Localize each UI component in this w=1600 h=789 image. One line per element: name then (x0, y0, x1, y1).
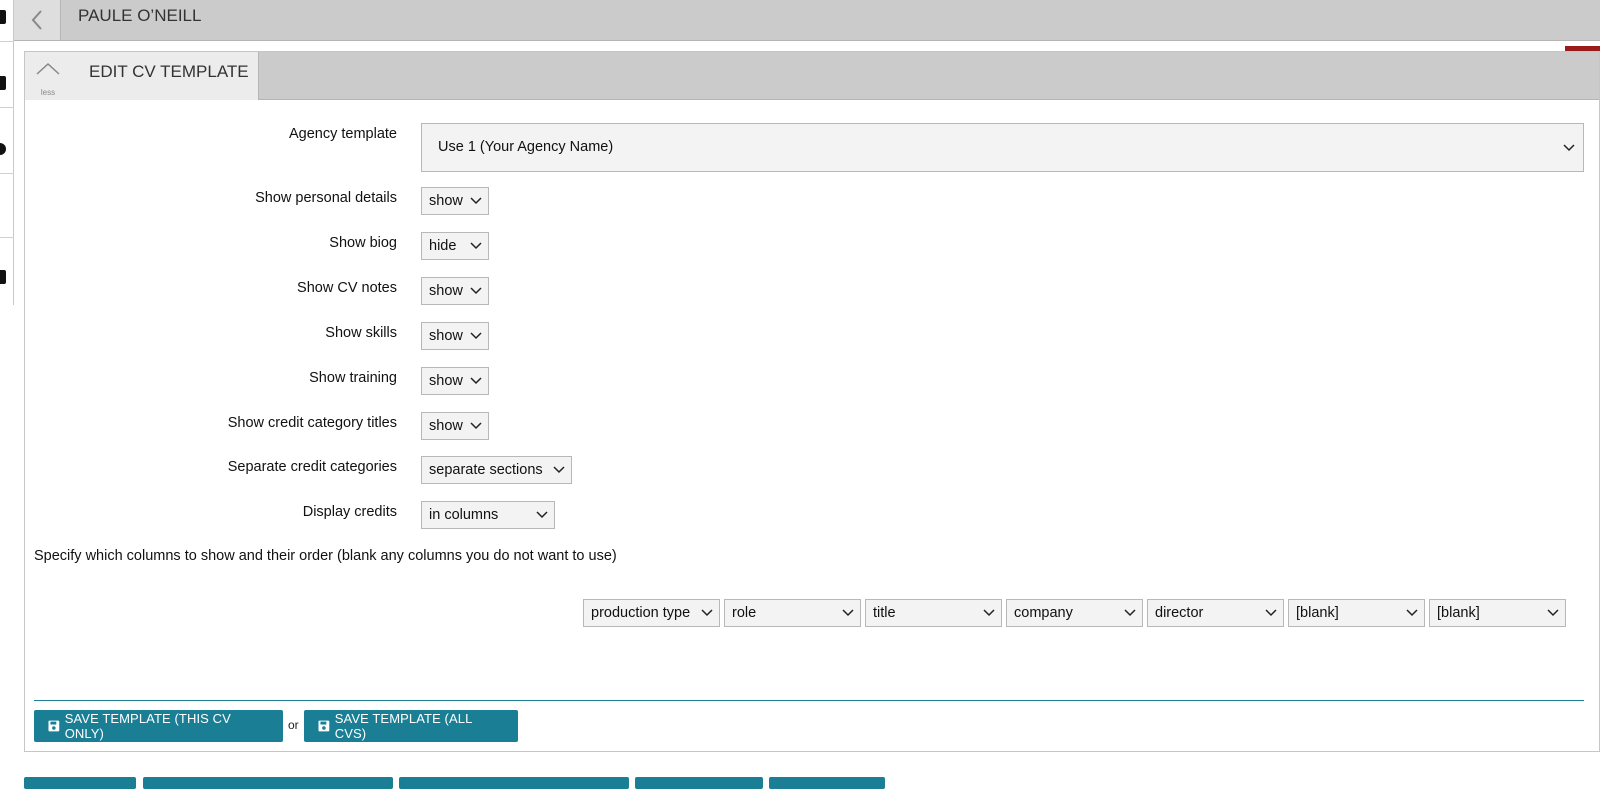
training-label: Show training (309, 370, 397, 386)
chevron-down-icon (470, 332, 482, 340)
skills-select[interactable]: show (421, 322, 489, 350)
column-value: director (1155, 605, 1204, 621)
cv-notes-select[interactable]: show (421, 277, 489, 305)
bottom-action-button[interactable] (24, 777, 136, 789)
chevron-down-icon (470, 377, 482, 385)
chevron-down-icon (701, 609, 713, 617)
separate-credits-select[interactable]: separate sections (421, 456, 572, 484)
save-this-label: SAVE TEMPLATE (THIS CV ONLY) (64, 711, 231, 741)
separate-credits-label: Separate credit categories (227, 459, 397, 475)
chevron-down-icon (470, 287, 482, 295)
rail-divider (0, 173, 14, 174)
display-credits-label: Display credits (302, 504, 397, 520)
column-select-1[interactable]: production type (583, 599, 720, 627)
top-bar: PAULE O’NEILL (14, 0, 1600, 41)
agency-template-value: Use 1 (Your Agency Name) (438, 139, 614, 155)
circle-icon[interactable] (0, 143, 6, 155)
biog-select[interactable]: hide (421, 232, 489, 260)
chevron-down-icon (1265, 609, 1277, 617)
rail-divider (0, 107, 14, 108)
chevron-left-icon (31, 10, 42, 30)
skills-label: Show skills (325, 325, 397, 341)
chevron-down-icon (470, 197, 482, 205)
floppy-disk-icon (318, 720, 330, 732)
chevron-down-icon (536, 511, 548, 519)
document-icon[interactable] (0, 76, 6, 90)
panel-title: EDIT CV TEMPLATE (89, 62, 249, 81)
save-all-label: SAVE TEMPLATE (ALL CVS) (334, 711, 472, 741)
save-template-all-cvs-button[interactable]: SAVE TEMPLATE (ALL CVS) (304, 710, 518, 742)
display-credits-select[interactable]: in columns (421, 501, 555, 529)
chevron-up-icon (36, 62, 60, 75)
column-select-3[interactable]: title (865, 599, 1002, 627)
rail-divider (0, 41, 14, 42)
chevron-down-icon (842, 609, 854, 617)
back-button[interactable] (14, 0, 61, 40)
panel-header: less EDIT CV TEMPLATE (25, 52, 1599, 100)
cv-notes-label: Show CV notes (297, 280, 397, 296)
chevron-down-icon (983, 609, 995, 617)
training-value: show (429, 373, 463, 389)
column-select-4[interactable]: company (1006, 599, 1143, 627)
bottom-action-button[interactable] (399, 777, 629, 789)
column-value: title (873, 605, 896, 621)
column-select-2[interactable]: role (724, 599, 861, 627)
column-select-5[interactable]: director (1147, 599, 1284, 627)
rail-divider (0, 237, 14, 238)
separate-credits-value: separate sections (429, 462, 543, 478)
personal-details-value: show (429, 193, 463, 209)
biog-value: hide (429, 238, 457, 254)
actions-divider (34, 700, 1584, 701)
column-value: role (732, 605, 757, 621)
or-separator: or (288, 718, 299, 732)
columns-instructions: Specify which columns to show and their … (34, 548, 617, 564)
biog-label: Show biog (329, 235, 397, 251)
bottom-action-button[interactable] (143, 777, 393, 789)
column-select-6[interactable]: [blank] (1288, 599, 1425, 627)
left-sidebar-rail (0, 0, 14, 305)
rail-icon-1[interactable] (0, 10, 6, 24)
training-select[interactable]: show (421, 367, 489, 395)
chevron-down-icon (553, 466, 565, 474)
bottom-action-button[interactable] (635, 777, 763, 789)
collapse-button[interactable]: less (31, 58, 65, 98)
column-select-7[interactable]: [blank] (1429, 599, 1566, 627)
collapse-label: less (40, 88, 56, 97)
document-icon[interactable] (0, 270, 6, 284)
bottom-action-button[interactable] (769, 777, 885, 789)
personal-details-select[interactable]: show (421, 187, 489, 215)
column-value: company (1014, 605, 1073, 621)
agency-template-label: Agency template (288, 126, 397, 142)
credit-titles-label: Show credit category titles (227, 415, 397, 431)
column-value: [blank] (1296, 605, 1339, 621)
chevron-down-icon (1563, 144, 1575, 152)
save-template-this-cv-button[interactable]: SAVE TEMPLATE (THIS CV ONLY) (34, 710, 283, 742)
personal-details-label: Show personal details (255, 190, 397, 206)
chevron-down-icon (1547, 609, 1559, 617)
agency-template-select[interactable]: Use 1 (Your Agency Name) (421, 123, 1584, 172)
chevron-down-icon (1406, 609, 1418, 617)
floppy-disk-icon (48, 720, 60, 732)
column-value: production type (591, 605, 691, 621)
column-value: [blank] (1437, 605, 1480, 621)
credit-titles-select[interactable]: show (421, 412, 489, 440)
chevron-down-icon (470, 422, 482, 430)
display-credits-value: in columns (429, 507, 499, 523)
credit-titles-value: show (429, 418, 463, 434)
panel-tab: less EDIT CV TEMPLATE (25, 52, 259, 100)
skills-value: show (429, 328, 463, 344)
chevron-down-icon (1124, 609, 1136, 617)
cv-notes-value: show (429, 283, 463, 299)
person-name: PAULE O’NEILL (78, 6, 202, 25)
chevron-down-icon (470, 242, 482, 250)
